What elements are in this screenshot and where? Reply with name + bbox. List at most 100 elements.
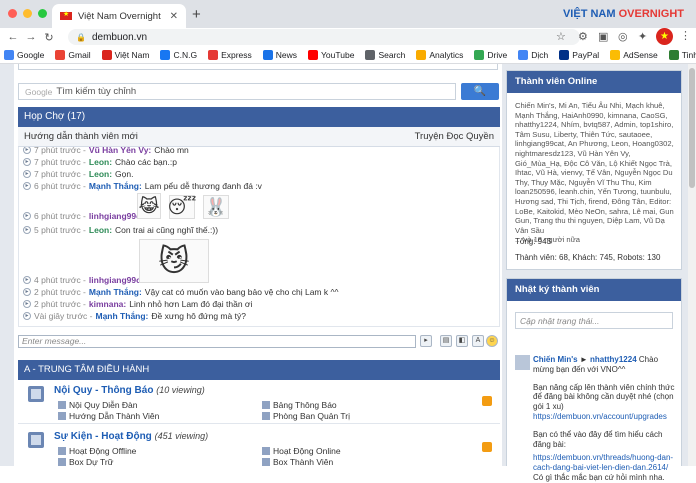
rss-icon[interactable] bbox=[482, 396, 492, 406]
message-nick[interactable]: Mạnh Thắng: bbox=[89, 181, 142, 191]
post-target[interactable]: nhatthy1224 bbox=[590, 355, 637, 364]
site-brand-logo: VIỆT NAM OVERNIGHT bbox=[563, 8, 684, 20]
reply-arrow-icon[interactable]: ▸ bbox=[23, 158, 31, 166]
scrollbar-thumb[interactable] bbox=[689, 68, 695, 188]
kebab-menu-icon[interactable]: ⋮ bbox=[680, 29, 691, 42]
bookmark-favicon-icon bbox=[208, 49, 219, 60]
bookmark-item[interactable]: Dịch bbox=[518, 49, 548, 60]
subforum-link[interactable]: Hoạt Động Online bbox=[262, 446, 341, 456]
google-label: Google bbox=[25, 86, 53, 97]
subforum-link[interactable]: Phòng Ban Quản Trị bbox=[262, 411, 350, 421]
address-bar[interactable]: 🔒 dembuon.vn bbox=[68, 29, 580, 45]
subforum-link[interactable]: Nội Quy Diễn Đàn bbox=[58, 400, 138, 410]
message-time: 7 phút trước - bbox=[34, 147, 86, 155]
reply-arrow-icon[interactable]: ▸ bbox=[23, 182, 31, 190]
online-total: Tổng: 943 bbox=[515, 237, 552, 246]
rss-icon[interactable] bbox=[482, 442, 492, 452]
online-members-list[interactable]: Chiến Min's, Mi An, Tiểu Âu Nhi, Mạch kh… bbox=[515, 101, 675, 245]
reply-arrow-icon[interactable]: ▸ bbox=[23, 276, 31, 284]
subforum-link[interactable]: Hướng Dẫn Thành Viên bbox=[58, 411, 159, 421]
close-window-button[interactable] bbox=[8, 9, 17, 18]
sticker-emote-icon: 🐰 bbox=[203, 195, 229, 219]
color-icon[interactable]: ◧ bbox=[456, 335, 468, 347]
font-icon[interactable]: A bbox=[472, 335, 484, 347]
chat-message-input[interactable]: Enter message... bbox=[18, 335, 416, 348]
search-button[interactable]: 🔍 bbox=[461, 83, 499, 100]
avatar[interactable] bbox=[515, 355, 530, 370]
forum-title[interactable]: Nội Quy - Thông Báo (10 viewing) bbox=[54, 385, 205, 396]
post-author[interactable]: Chiến Min's bbox=[533, 355, 578, 364]
reload-icon[interactable]: ↻ bbox=[40, 31, 58, 44]
exclusive-stories-link[interactable]: Truyện Đọc Quyền bbox=[415, 127, 494, 147]
status-update-input[interactable]: Cập nhật trạng thái... bbox=[515, 312, 673, 329]
new-member-guide-link[interactable]: Hướng dẫn thành viên mới bbox=[24, 131, 138, 142]
reply-arrow-icon[interactable]: ▸ bbox=[23, 170, 31, 178]
puzzle-icon[interactable]: ✦ bbox=[638, 30, 647, 43]
browser-tab[interactable]: Việt Nam Overnight ✕ bbox=[52, 4, 186, 28]
upgrade-link[interactable]: https://dembuon.vn/account/upgrades bbox=[515, 412, 675, 422]
bookmark-star-icon[interactable]: ☆ bbox=[556, 30, 566, 43]
lock-icon: 🔒 bbox=[76, 32, 86, 42]
search-placeholder: Tìm kiếm tùy chỉnh bbox=[56, 86, 137, 97]
bookmark-item[interactable]: YouTube bbox=[308, 49, 354, 60]
chat-message: ▸ 7 phút trước - Vũ Hàn Yên Vy: Chào mn bbox=[23, 147, 189, 155]
image-icon[interactable]: ▤ bbox=[440, 335, 452, 347]
new-tab-button[interactable]: + bbox=[192, 6, 201, 23]
message-nick[interactable]: Leon: bbox=[89, 169, 112, 179]
message-nick[interactable]: Mạnh Thắng: bbox=[96, 311, 149, 321]
bookmark-favicon-icon bbox=[4, 49, 14, 60]
subforum-icon bbox=[262, 458, 270, 466]
page-scrollbar[interactable] bbox=[688, 64, 696, 466]
message-time: 6 phút trước - bbox=[34, 211, 86, 221]
bookmark-item[interactable]: Search bbox=[365, 49, 405, 60]
reply-arrow-icon[interactable]: ▸ bbox=[23, 288, 31, 296]
forum-title[interactable]: Sự Kiện - Hoạt Động (451 viewing) bbox=[54, 431, 208, 442]
bookmarks-bar: Google Gmail Việt Nam C.N.G Express News YouTu… bbox=[0, 46, 696, 64]
tab-title: Việt Nam Overnight bbox=[78, 10, 161, 22]
chatbox-title[interactable]: Họp Chợ (17) bbox=[18, 107, 500, 127]
message-nick[interactable]: Leon: bbox=[89, 157, 112, 167]
bookmark-item[interactable]: Drive bbox=[474, 49, 507, 60]
section-header[interactable]: A - TRUNG TÂM ĐIỀU HÀNH bbox=[18, 360, 500, 380]
tab-close-icon[interactable]: ✕ bbox=[170, 11, 178, 22]
forward-arrow-icon[interactable]: → bbox=[22, 31, 40, 43]
bookmark-favicon-icon bbox=[610, 49, 621, 60]
bookmark-item[interactable]: AdSense bbox=[610, 49, 658, 60]
subforum-link[interactable]: Hoạt Động Offline bbox=[58, 446, 136, 456]
extension-icon[interactable]: ▣ bbox=[598, 30, 608, 43]
reply-arrow-icon[interactable]: ▸ bbox=[23, 226, 31, 234]
message-nick[interactable]: kimnana: bbox=[89, 299, 126, 309]
online-members-box: Thành viên Online Chiến Min's, Mi An, Ti… bbox=[506, 70, 682, 270]
extension-icon[interactable]: ⚙ bbox=[578, 30, 588, 43]
message-nick[interactable]: Vũ Hàn Yên Vy: bbox=[89, 147, 151, 155]
bookmark-item[interactable]: News bbox=[262, 49, 297, 60]
reply-arrow-icon[interactable]: ▸ bbox=[23, 312, 31, 320]
profile-avatar[interactable]: ★ bbox=[656, 28, 673, 45]
extension-icon[interactable]: ◎ bbox=[618, 30, 628, 43]
reply-arrow-icon[interactable]: ▸ bbox=[23, 147, 31, 154]
send-icon[interactable]: ▸ bbox=[420, 335, 432, 347]
reply-arrow-icon[interactable]: ▸ bbox=[23, 300, 31, 308]
bookmark-item[interactable]: Tinh Tế bbox=[668, 49, 696, 60]
subforum-link[interactable]: Bảng Thông Báo bbox=[262, 400, 337, 410]
bookmark-item[interactable]: Gmail bbox=[55, 49, 91, 60]
reply-arrow-icon[interactable]: ▸ bbox=[23, 212, 31, 220]
message-nick[interactable]: Mạnh Thắng: bbox=[89, 287, 142, 297]
back-arrow-icon[interactable]: ← bbox=[4, 31, 22, 43]
search-input[interactable]: Google Tìm kiếm tùy chỉnh bbox=[18, 83, 456, 100]
bookmark-item[interactable]: C.N.G bbox=[160, 49, 197, 60]
smiley-icon[interactable]: ☺ bbox=[486, 335, 498, 347]
bookmark-item[interactable]: Google bbox=[4, 49, 44, 60]
top-strip bbox=[18, 64, 498, 70]
bookmark-item[interactable]: Analytics bbox=[416, 49, 463, 60]
url-text: dembuon.vn bbox=[91, 31, 148, 43]
chat-message: ▸ 2 phút trước - kimnana: Linh nhỏ hơn Lam … bbox=[23, 299, 252, 309]
minimize-window-button[interactable] bbox=[23, 9, 32, 18]
bookmark-item[interactable]: PayPal bbox=[559, 49, 600, 60]
message-nick[interactable]: Leon: bbox=[89, 225, 112, 235]
bookmark-item[interactable]: Express bbox=[208, 49, 252, 60]
bookmark-item[interactable]: Việt Nam bbox=[101, 49, 149, 60]
bookmark-label: PayPal bbox=[572, 49, 600, 60]
maximize-window-button[interactable] bbox=[38, 9, 47, 18]
guide-link[interactable]: https://dembuon.vn/threads/huong-dan-cac… bbox=[515, 453, 675, 473]
